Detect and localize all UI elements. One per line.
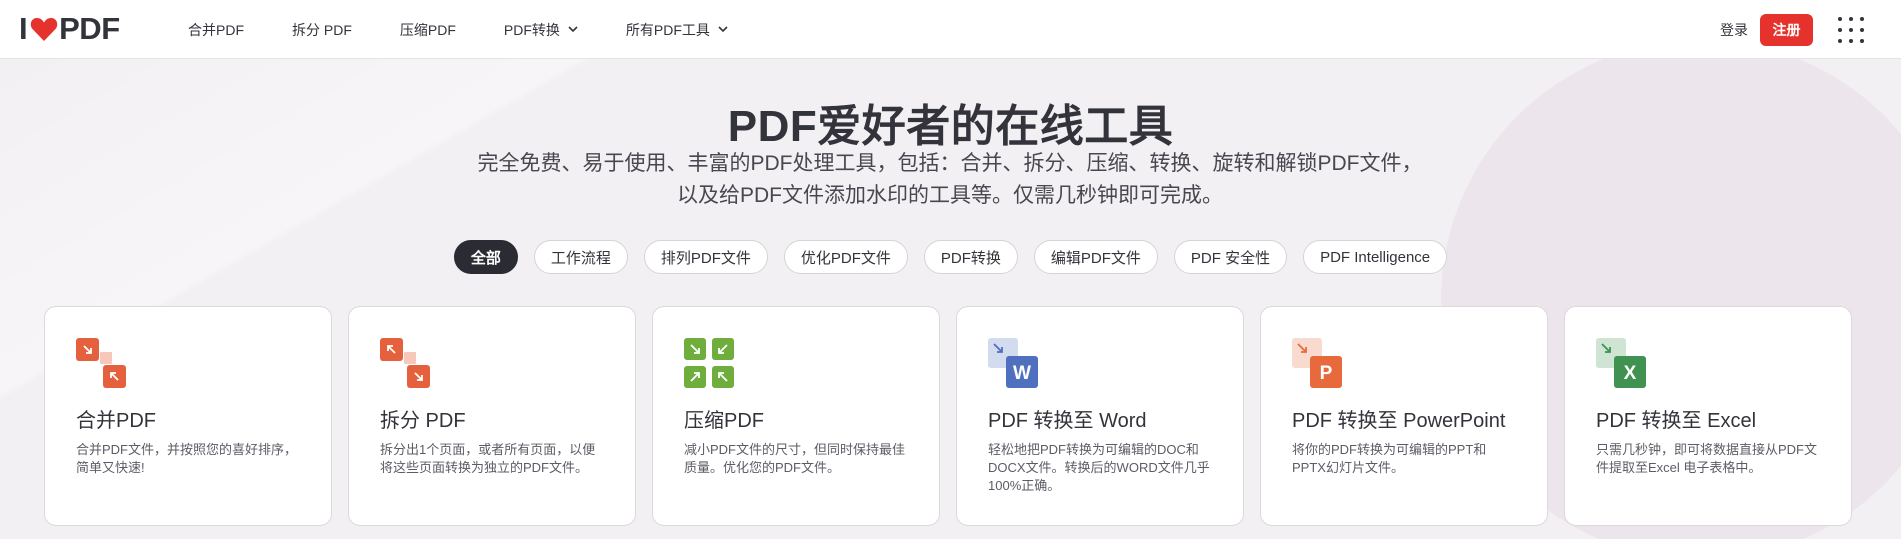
grid-menu-icon[interactable]	[1838, 17, 1864, 43]
nav-item-label: 拆分 PDF	[292, 21, 352, 38]
tool-card-description: 只需几秒钟，即可将数据直接从PDF文件提取至Excel 电子表格中。	[1596, 442, 1818, 475]
tool-card[interactable]: W PDF 转换至 Word 轻松地把PDF转换为可编辑的DOC和DOCX文件。转换…	[956, 306, 1244, 526]
svg-text:X: X	[1624, 363, 1637, 384]
filter-pill[interactable]: 优化PDF文件	[783, 240, 908, 274]
heart-icon	[30, 16, 58, 42]
merge-pdf-icon	[76, 338, 126, 388]
tool-card[interactable]: 拆分 PDF 拆分出1个页面，或者所有页面，以便将这些页面转换为独立的PDF文件。	[348, 306, 636, 526]
nav-item[interactable]: PDF转换	[504, 20, 578, 40]
logo-text-i: I	[19, 11, 28, 46]
filter-pill[interactable]: 编辑PDF文件	[1033, 240, 1158, 274]
page-subtitle: 完全免费、易于使用、丰富的PDF处理工具，包括：合并、拆分、压缩、转换、旋转和解…	[477, 152, 1423, 207]
tool-card-title: 拆分 PDF	[380, 410, 466, 432]
tool-card-title: 合并PDF	[76, 410, 156, 432]
tool-card[interactable]: P PDF 转换至 PowerPoint 将你的PDF转换为可编辑的PPT和PPTX…	[1260, 306, 1548, 526]
tool-grid: 合并PDF 合并PDF文件，并按照您的喜好排序，简单又快速! 拆分 PDF 拆分出1个…	[44, 306, 1852, 526]
page-title: PDF爱好者的在线工具	[727, 102, 1174, 151]
filter-pill[interactable]: PDF 安全性	[1173, 240, 1288, 274]
nav-item-label: 所有PDF工具	[625, 21, 710, 38]
nav-item-label: 合并PDF	[188, 21, 244, 38]
filter-pill[interactable]: 排列PDF文件	[643, 240, 768, 274]
tool-card[interactable]: 压缩PDF 减小PDF文件的尺寸，但同时保持最佳质量。优化您的PDF文件。	[652, 306, 940, 526]
tool-card-description: 轻松地把PDF转换为可编辑的DOC和DOCX文件。转换后的WORD文件几乎100…	[988, 442, 1210, 493]
tool-card-title: PDF 转换至 PowerPoint	[1292, 410, 1506, 432]
nav-item-label: 压缩PDF	[399, 21, 456, 38]
chevron-down-icon	[568, 26, 578, 33]
chevron-down-icon	[718, 26, 728, 33]
tool-card[interactable]: 合并PDF 合并PDF文件，并按照您的喜好排序，简单又快速!	[44, 306, 332, 526]
tool-card-title: PDF 转换至 Excel	[1596, 410, 1757, 432]
tool-card-description: 拆分出1个页面，或者所有页面，以便将这些页面转换为独立的PDF文件。	[380, 442, 596, 475]
logo-text-pdf: PDF	[59, 11, 120, 46]
top-header: I PDF 合并PDF 拆分 PDF 压缩PDF PDF转换 所有PDF工具 登录 注册	[0, 0, 1901, 59]
login-link[interactable]: 登录	[1720, 20, 1748, 40]
tool-card-description: 合并PDF文件，并按照您的喜好排序，简单又快速!	[76, 442, 298, 475]
nav-item[interactable]: 压缩PDF	[400, 20, 456, 40]
tool-card-description: 减小PDF文件的尺寸，但同时保持最佳质量。优化您的PDF文件。	[684, 442, 906, 475]
tool-card-title: PDF 转换至 Word	[988, 410, 1147, 432]
svg-text:P: P	[1320, 363, 1333, 384]
filter-bar: 全部 工作流程 排列PDF文件 优化PDF文件 PDF转换 编辑PDF文件 PDF 安全性 P…	[0, 240, 1901, 274]
svg-text:W: W	[1013, 363, 1031, 384]
tool-card-title: 压缩PDF	[684, 410, 764, 432]
pdf-to-word-icon: W	[988, 338, 1038, 388]
nav-item-label: PDF转换	[503, 21, 560, 38]
filter-pill[interactable]: 工作流程	[533, 240, 628, 274]
pdf-to-powerpoint-icon: P	[1292, 338, 1342, 388]
nav-item[interactable]: 拆分 PDF	[292, 20, 352, 40]
pdf-to-excel-icon: X	[1596, 338, 1646, 388]
ilovepdf-logo[interactable]: I PDF	[19, 11, 120, 46]
filter-pill[interactable]: PDF Intelligence	[1303, 240, 1448, 274]
tool-card[interactable]: X PDF 转换至 Excel 只需几秒钟，即可将数据直接从PDF文件提取至Exce…	[1564, 306, 1852, 526]
split-pdf-icon	[380, 338, 430, 388]
nav-item[interactable]: 所有PDF工具	[626, 20, 728, 40]
signup-button[interactable]: 注册	[1760, 14, 1813, 46]
filter-pill[interactable]: 全部	[453, 240, 518, 274]
tool-card-description: 将你的PDF转换为可编辑的PPT和PPTX幻灯片文件。	[1292, 442, 1487, 475]
nav-item[interactable]: 合并PDF	[188, 20, 244, 40]
filter-pill[interactable]: PDF转换	[923, 240, 1018, 274]
main-nav: 合并PDF 拆分 PDF 压缩PDF PDF转换 所有PDF工具	[188, 0, 776, 59]
compress-pdf-icon	[684, 338, 734, 388]
